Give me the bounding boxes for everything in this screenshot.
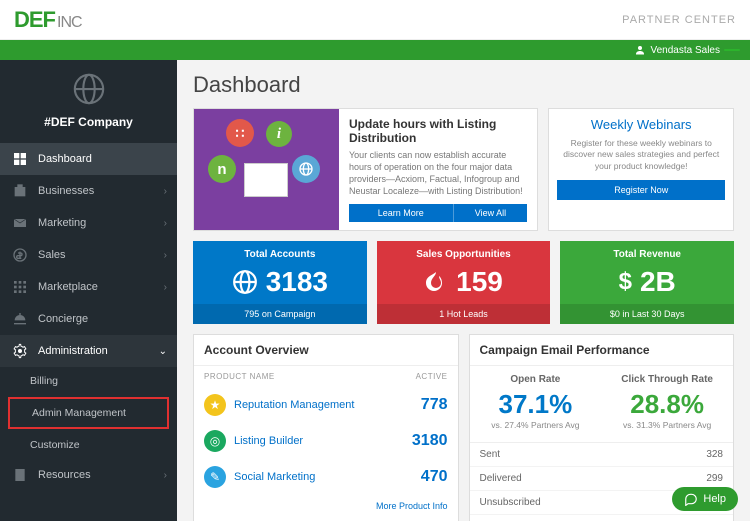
webinar-body: Register for these weekly webinars to di… (557, 138, 725, 172)
stat-sales-opportunities[interactable]: Sales Opportunities 159 1 Hot Leads (377, 241, 551, 324)
top-bar: DEFINC PARTNER CENTER (0, 0, 750, 40)
dashboard-icon (12, 151, 28, 167)
product-row[interactable]: ◎ Listing Builder 3180 (194, 423, 458, 459)
ctr-metric: Click Through Rate 28.8% vs. 31.3% Partn… (601, 370, 733, 430)
help-button[interactable]: Help (672, 487, 738, 511)
email-stat-row: Sent328 (470, 443, 734, 467)
user-icon (634, 44, 646, 56)
sidebar: #DEF Company Dashboard Businesses› Marke… (0, 60, 177, 521)
marketplace-icon (12, 279, 28, 295)
company-name: #DEF Company (0, 115, 177, 143)
product-icon: ◎ (204, 430, 226, 452)
product-name: Reputation Management (234, 399, 354, 411)
product-active-count: 470 (421, 468, 448, 486)
email-stat-row: Bounced8.8% (470, 515, 734, 521)
product-active-count: 778 (421, 396, 448, 414)
promo-graphic: ∷in (194, 109, 339, 230)
product-row[interactable]: ✎ Social Marketing 470 (194, 459, 458, 495)
chevron-right-icon: › (164, 250, 167, 261)
user-name: Vendasta Sales (651, 45, 721, 56)
product-name: Listing Builder (234, 435, 303, 447)
email-performance-title: Campaign Email Performance (470, 335, 734, 366)
dollar-icon: $ (619, 268, 632, 296)
sidebar-item-dashboard[interactable]: Dashboard (0, 143, 177, 175)
businesses-icon (12, 183, 28, 199)
promo-webinars: Weekly Webinars Register for these weekl… (548, 108, 734, 231)
sidebar-item-billing[interactable]: Billing (0, 367, 177, 395)
chevron-right-icon: › (164, 470, 167, 481)
flame-icon (424, 269, 448, 295)
sidebar-item-customize[interactable]: Customize (0, 431, 177, 459)
product-active-count: 3180 (412, 432, 448, 450)
learn-more-button[interactable]: Learn More (349, 204, 453, 222)
brand-logo: DEFINC (14, 7, 82, 33)
globe-icon (232, 269, 258, 295)
chat-icon (684, 492, 698, 506)
chevron-right-icon: › (164, 186, 167, 197)
chevron-down-icon: ⌄ (159, 346, 167, 357)
account-overview-card: Account Overview PRODUCT NAMEACTIVE ★Rep… (193, 334, 459, 521)
sidebar-item-marketplace[interactable]: Marketplace› (0, 271, 177, 303)
sidebar-item-resources[interactable]: Resources› (0, 459, 177, 491)
main-content: Dashboard ∷in Update hours with Listing … (177, 60, 750, 521)
sidebar-item-sales[interactable]: Sales› (0, 239, 177, 271)
stat-total-accounts[interactable]: Total Accounts 3183 795 on Campaign (193, 241, 367, 324)
stat-total-revenue[interactable]: Total Revenue $ 2B $0 in Last 30 Days (560, 241, 734, 324)
promo-listing-distribution: ∷in Update hours with Listing Distributi… (193, 108, 538, 231)
sidebar-item-marketing[interactable]: Marketing› (0, 207, 177, 239)
company-icon (0, 68, 177, 115)
marketing-icon (12, 215, 28, 231)
promo-body: Your clients can now establish accurate … (349, 149, 527, 198)
product-name: Social Marketing (234, 471, 315, 483)
product-icon: ★ (204, 394, 226, 416)
more-product-info-link[interactable]: More Product Info (194, 495, 458, 517)
page-title: Dashboard (193, 72, 734, 98)
user-bar[interactable]: Vendasta Sales (0, 40, 750, 60)
sidebar-item-admin-management[interactable]: Admin Management (8, 397, 169, 429)
sidebar-item-businesses[interactable]: Businesses› (0, 175, 177, 207)
sales-icon (12, 247, 28, 263)
chevron-right-icon: › (164, 282, 167, 293)
sidebar-item-concierge[interactable]: Concierge (0, 303, 177, 335)
sidebar-item-administration[interactable]: Administration⌄ (0, 335, 177, 367)
user-badge (724, 49, 740, 51)
concierge-icon (12, 311, 28, 327)
account-overview-title: Account Overview (194, 335, 458, 366)
product-icon: ✎ (204, 466, 226, 488)
resources-icon (12, 467, 28, 483)
gear-icon (12, 343, 28, 359)
webinar-title: Weekly Webinars (557, 117, 725, 132)
open-rate-metric: Open Rate 37.1% vs. 27.4% Partners Avg (470, 370, 602, 430)
register-now-button[interactable]: Register Now (557, 180, 725, 200)
view-all-button[interactable]: View All (453, 204, 528, 222)
product-row[interactable]: ★ Reputation Management 778 (194, 387, 458, 423)
chevron-right-icon: › (164, 218, 167, 229)
promo-title: Update hours with Listing Distribution (349, 117, 527, 145)
partner-center-label: PARTNER CENTER (622, 14, 736, 26)
